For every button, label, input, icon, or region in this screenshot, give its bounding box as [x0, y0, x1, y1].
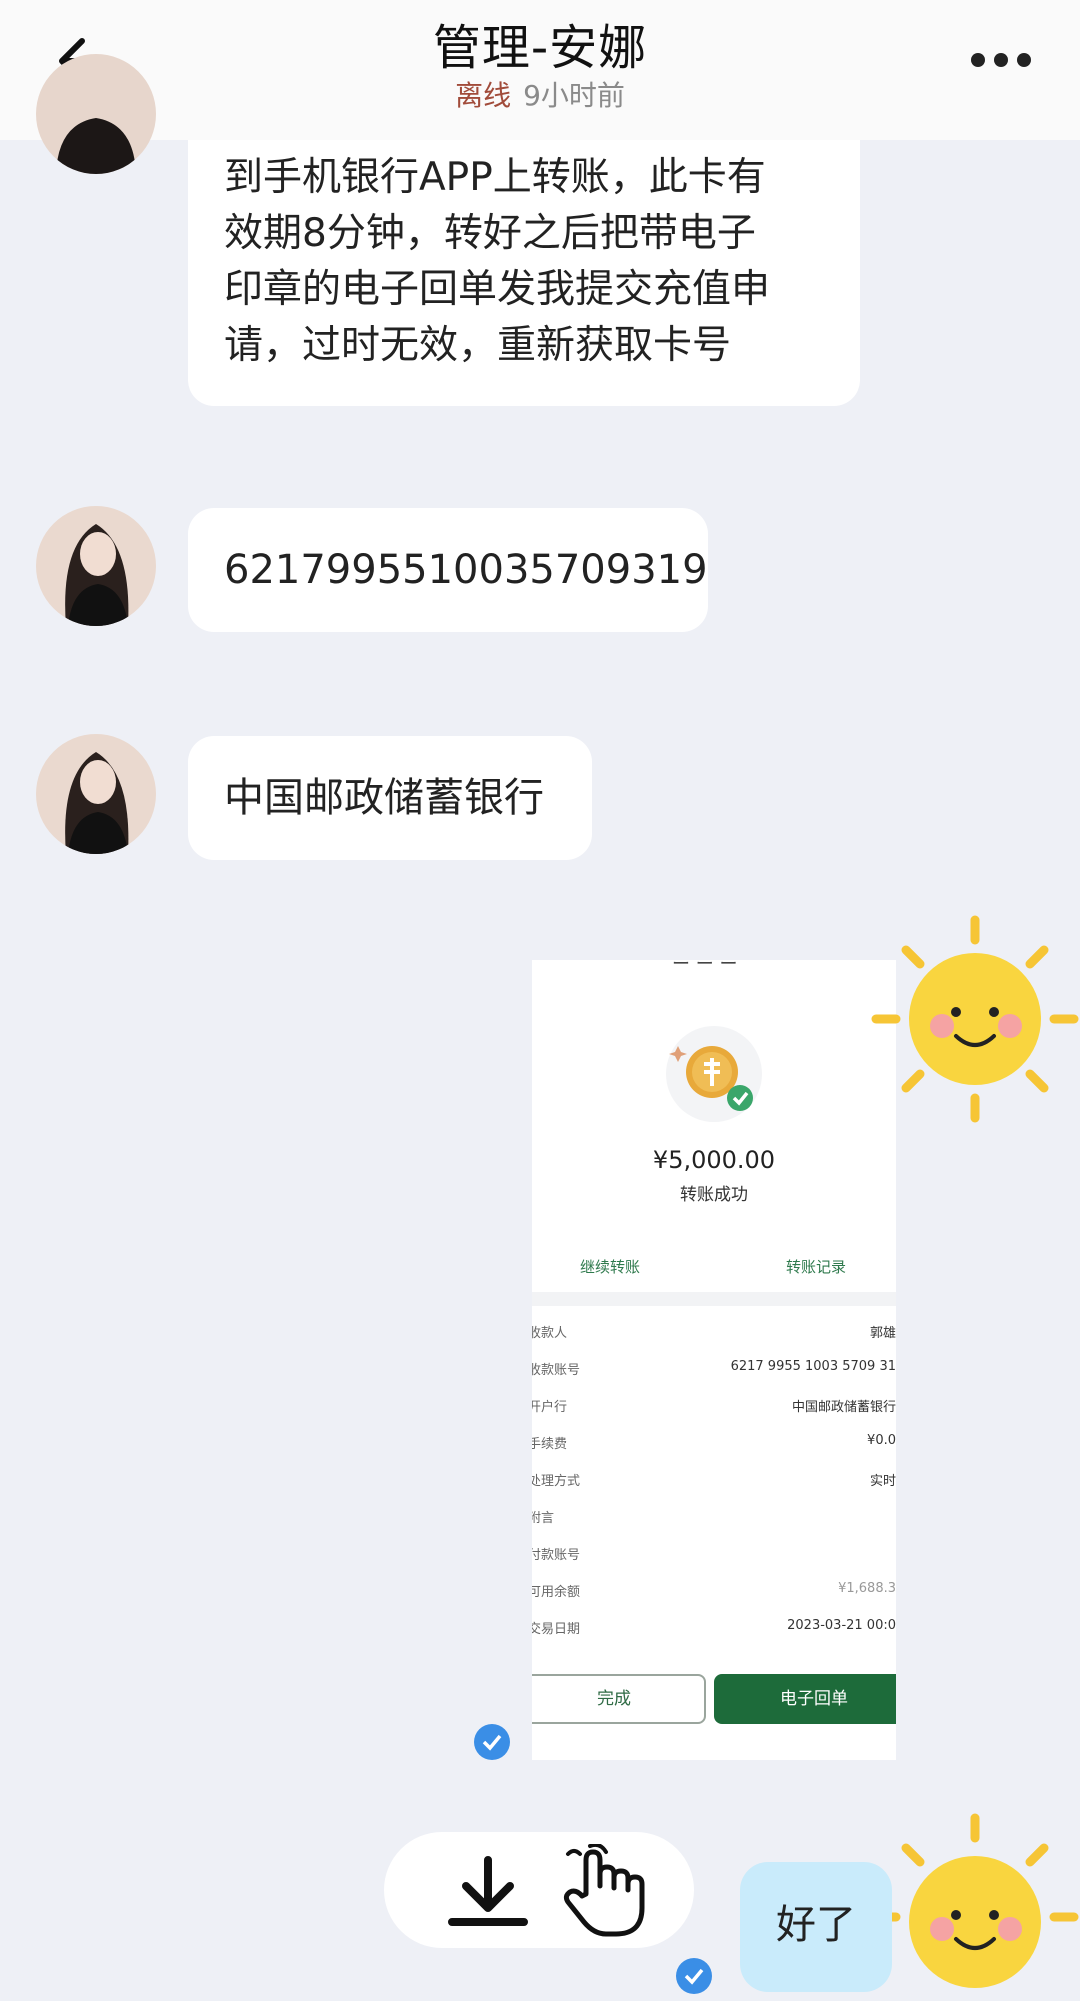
- receipt-row: 收款账号 6217 9955 1003 5709 31: [532, 1359, 896, 1378]
- receipt-row: 附言: [532, 1511, 555, 1526]
- message-line: 印章的电子回单发我提交充值申: [224, 267, 771, 312]
- receipt-row: 处理方式 实时: [532, 1474, 896, 1489]
- bank-name-text: 中国邮政储蓄银行: [224, 775, 544, 821]
- sent-message-bubble[interactable]: 好了: [740, 1862, 892, 1992]
- receipt-row: 手续费 ¥0.0: [532, 1433, 896, 1452]
- offline-label: 离线: [455, 79, 512, 112]
- download-overlay[interactable]: [384, 1832, 694, 1948]
- receipt-row: 交易日期 2023-03-21 00:0: [532, 1618, 896, 1637]
- chat-header: 管理-安娜 离线 9小时前: [0, 0, 1080, 140]
- message-line: 请，过时无效，重新获取卡号: [224, 323, 732, 368]
- message-line: 效期8分钟，转好之后把带电子: [224, 211, 756, 256]
- check-icon: [474, 1724, 510, 1760]
- sun-sticker-icon: [870, 914, 1080, 1128]
- coin-icon: [664, 1024, 764, 1124]
- message-bubble[interactable]: 中国邮政储蓄银行: [188, 736, 592, 860]
- check-icon: [676, 1958, 712, 1994]
- last-seen-label: 9小时前: [523, 79, 625, 112]
- more-dots-icon[interactable]: [966, 40, 1036, 80]
- avatar[interactable]: [36, 734, 156, 854]
- message-bubble[interactable]: 到手机银行APP上转账，此卡有 效期8分钟，转好之后把带电子 印章的电子回单发我…: [188, 140, 860, 406]
- transfer-status: 转账成功: [680, 1185, 748, 1205]
- transfer-amount: ¥5,000.00: [652, 1146, 776, 1174]
- receipt-row: 开户行 中国邮政储蓄银行: [532, 1400, 896, 1415]
- receipt-row: 付款账号: [532, 1548, 581, 1563]
- continue-transfer-link[interactable]: 继续转账: [580, 1256, 640, 1277]
- message-line: 到手机银行APP上转账，此卡有: [224, 155, 766, 200]
- download-icon[interactable]: [446, 1856, 530, 1932]
- done-button[interactable]: 完成: [532, 1674, 706, 1724]
- avatar[interactable]: [36, 54, 156, 188]
- avatar[interactable]: [36, 506, 156, 626]
- chat-title: 管理-安娜: [432, 20, 648, 76]
- receipt-row: 收款人 郭雄: [532, 1326, 896, 1341]
- receipt-image[interactable]: ー ー ー ¥5,000.00 转账成功 继续转账 转账记录 收款人 郭雄 收款账…: [532, 960, 896, 1760]
- sun-sticker-icon: [870, 1812, 1080, 2001]
- divider: [532, 1292, 896, 1306]
- cropped-text: ー ー ー: [672, 960, 738, 975]
- card-number-text: 6217995510035709319: [224, 547, 708, 593]
- tap-hand-icon: [560, 1842, 652, 1944]
- receipt-row: 可用余额 ¥1,688.3: [532, 1581, 896, 1600]
- presence-status: 离线 9小时前: [0, 74, 1080, 114]
- transfer-records-link[interactable]: 转账记录: [786, 1256, 846, 1277]
- e-receipt-button[interactable]: 电子回单: [714, 1674, 896, 1724]
- message-bubble[interactable]: 6217995510035709319: [188, 508, 708, 632]
